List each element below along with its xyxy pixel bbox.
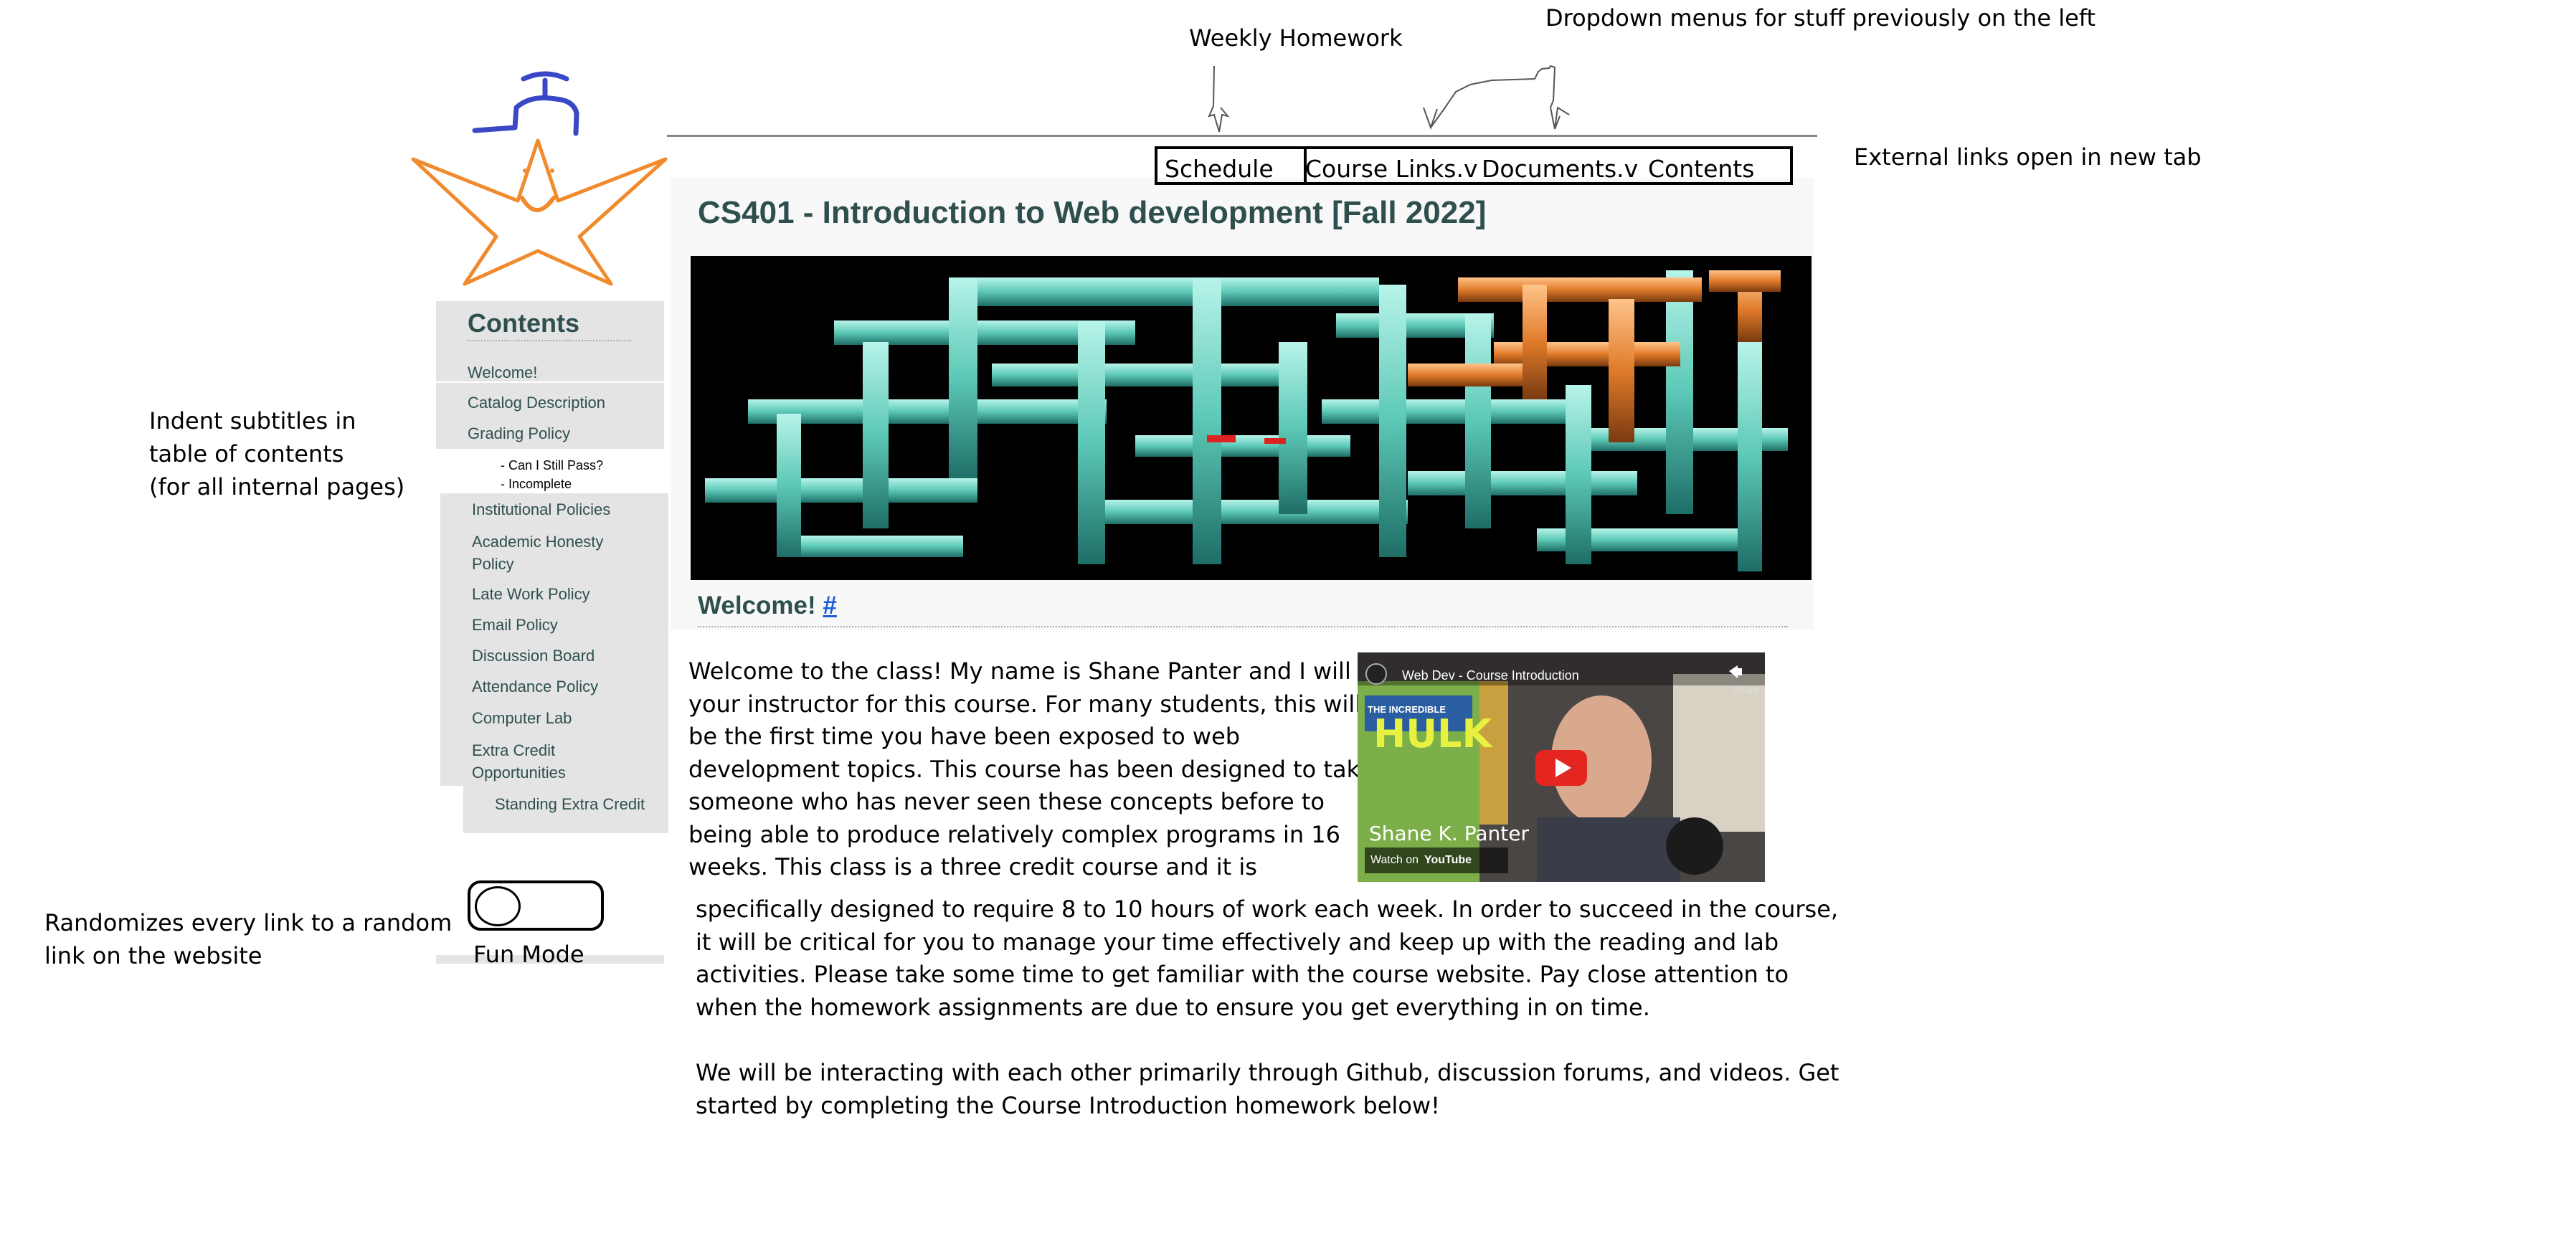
text-line: development topics. This course has been… bbox=[688, 755, 1373, 783]
youtube-logo-text: YouTube bbox=[1424, 854, 1472, 866]
banner-pipes bbox=[705, 270, 1788, 571]
toc-item-academic-honesty-policy[interactable]: Policy bbox=[472, 553, 514, 575]
toc-item-academic-honesty[interactable]: Academic Honesty bbox=[472, 531, 603, 553]
toc-item-email-policy[interactable]: Email Policy bbox=[472, 614, 558, 636]
text-line: being able to produce relatively complex… bbox=[688, 820, 1340, 848]
text-line: it will be critical for you to manage yo… bbox=[696, 928, 1779, 956]
arrow-to-dropdowns bbox=[1423, 65, 1570, 130]
toggle-knob bbox=[475, 886, 521, 926]
toc-subitem-can-i-still-pass[interactable]: - Can I Still Pass? bbox=[501, 456, 603, 475]
text-line: when the homework assignments are due to… bbox=[696, 993, 1650, 1021]
intro-paragraph-narrow: Welcome to the class! My name is Shane P… bbox=[688, 655, 1387, 884]
toc-item-institutional-policies[interactable]: Institutional Policies bbox=[472, 498, 610, 521]
text-line: someone who has never seen these concept… bbox=[688, 788, 1325, 815]
toc-item-standing-extra-credit[interactable]: Standing Extra Credit bbox=[495, 793, 645, 815]
text-line: weeks. This class is a three credit cour… bbox=[688, 853, 1257, 880]
toc-item-extra-credit-opportunities[interactable]: Opportunities bbox=[472, 761, 566, 784]
text-line: started by completing the Course Introdu… bbox=[696, 1091, 1440, 1119]
nav-contents[interactable]: Contents bbox=[1648, 155, 1754, 183]
toc-item-grading-policy[interactable]: Grading Policy bbox=[468, 422, 570, 445]
interaction-paragraph: We will be interacting with each other p… bbox=[696, 1057, 1839, 1122]
comic-title-text: HULK bbox=[1373, 711, 1492, 756]
toc-item-late-work-policy[interactable]: Late Work Policy bbox=[472, 583, 590, 605]
arrow-to-schedule bbox=[1208, 65, 1230, 133]
welcome-anchor-link[interactable]: # bbox=[823, 592, 836, 619]
text-line: We will be interacting with each other p… bbox=[696, 1059, 1839, 1086]
watch-on-label: Watch on bbox=[1370, 854, 1419, 866]
youtube-video-embed[interactable]: Web Dev - Course Introduction Share THE … bbox=[1358, 652, 1765, 882]
video-title: Web Dev - Course Introduction bbox=[1402, 668, 1579, 683]
intro-paragraph-wide: specifically designed to require 8 to 10… bbox=[696, 893, 1838, 1024]
toc-subitem-incomplete[interactable]: - Incomplete bbox=[501, 475, 572, 493]
video-share-label[interactable]: Share bbox=[1733, 684, 1759, 695]
welcome-heading-text: Welcome! bbox=[698, 592, 816, 619]
toc-item-catalog-description[interactable]: Catalog Description bbox=[468, 391, 605, 414]
text-line: activities. Please take some time to get… bbox=[696, 961, 1789, 988]
toc-heading-rule bbox=[468, 340, 631, 341]
text-line: your instructor for this course. For man… bbox=[688, 690, 1362, 718]
welcome-rule bbox=[698, 626, 1788, 627]
text-line: be the first time you have been exposed … bbox=[688, 723, 1241, 750]
text-line: Welcome to the class! My name is Shane P… bbox=[688, 657, 1387, 685]
watch-on-youtube-button[interactable]: Watch on YouTube bbox=[1365, 847, 1508, 873]
toc-item-discussion-board[interactable]: Discussion Board bbox=[472, 645, 595, 667]
schedule-highlight-box bbox=[1155, 146, 1307, 185]
toc-item-computer-lab[interactable]: Computer Lab bbox=[472, 707, 572, 729]
video-presenter: Shane K. Panter bbox=[1369, 822, 1529, 845]
fun-mode-toggle[interactable] bbox=[468, 880, 604, 931]
text-line: specifically designed to require 8 to 10… bbox=[696, 896, 1839, 923]
nav-course-links-dropdown[interactable]: Course Links.v bbox=[1305, 155, 1478, 183]
banner-image bbox=[691, 256, 1812, 580]
nav-documents-dropdown[interactable]: Documents.v bbox=[1482, 155, 1638, 183]
welcome-heading: Welcome! # bbox=[698, 592, 837, 620]
star-logo-icon bbox=[411, 71, 668, 286]
fun-mode-label: Fun Mode bbox=[473, 941, 584, 968]
toc-heading: Contents bbox=[468, 308, 579, 338]
toc-item-welcome[interactable]: Welcome! bbox=[468, 361, 537, 384]
toc-item-attendance-policy[interactable]: Attendance Policy bbox=[472, 675, 598, 698]
toc-item-extra-credit[interactable]: Extra Credit bbox=[472, 739, 555, 761]
page-title: CS401 - Introduction to Web development … bbox=[698, 195, 1487, 230]
header-rule bbox=[667, 135, 1817, 137]
